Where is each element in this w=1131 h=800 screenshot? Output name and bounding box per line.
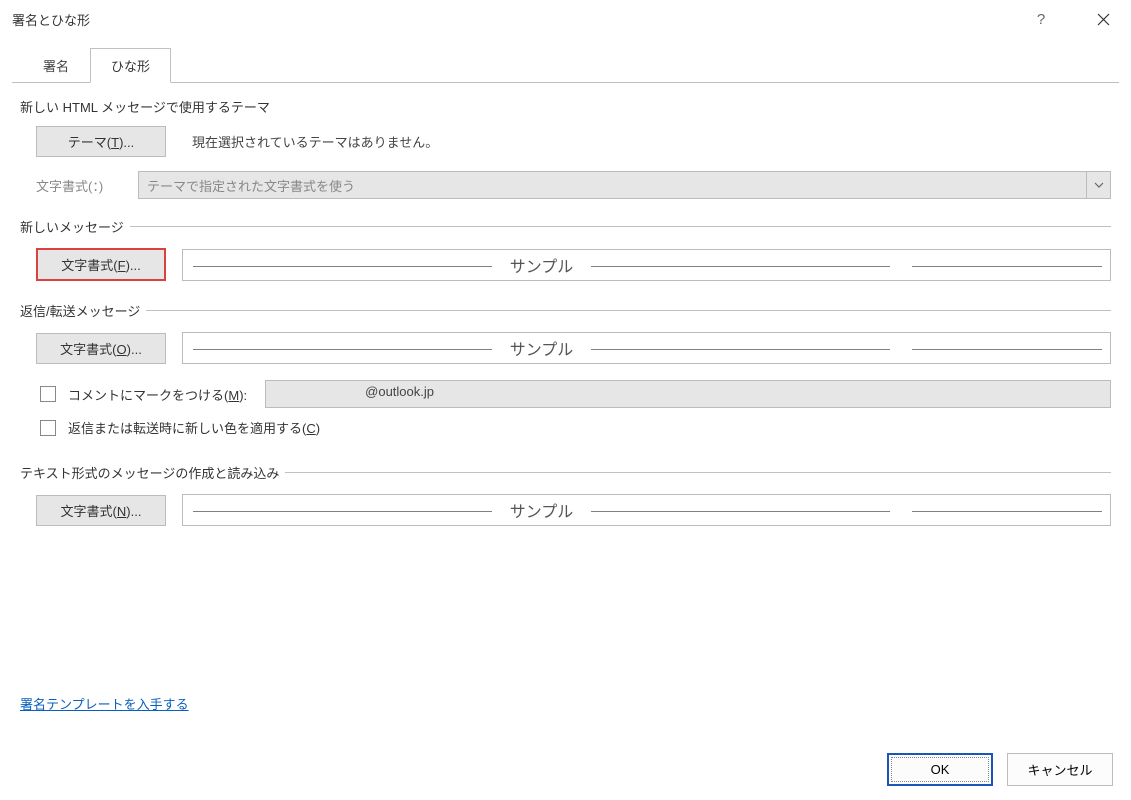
reply-forward-section: 返信/転送メッセージ 文字書式(O)... サンプル コメントにマークをつける(…: [20, 301, 1111, 449]
theme-button[interactable]: テーマ(T)...: [36, 126, 166, 157]
new-message-charformat-button[interactable]: 文字書式(F)...: [36, 248, 166, 281]
plain-text-charformat-button[interactable]: 文字書式(N)...: [36, 495, 166, 526]
dialog-title: 署名とひな形: [12, 10, 1025, 29]
theme-status: 現在選択されているテーマはありません。: [192, 132, 438, 151]
new-color-label: 返信または転送時に新しい色を適用する(C): [68, 418, 320, 437]
cancel-button[interactable]: キャンセル: [1007, 753, 1113, 786]
mark-comments-input[interactable]: @outlook.jp: [265, 380, 1111, 408]
mark-comments-checkbox[interactable]: [40, 386, 56, 402]
signature-templates-link[interactable]: 署名テンプレートを入手する: [20, 697, 189, 712]
titlebar: 署名とひな形 ?: [0, 0, 1131, 38]
tabs: 署名 ひな形: [0, 48, 1131, 82]
charformat-dropdown-value: テーマで指定された文字書式を使う: [139, 176, 1086, 195]
plain-text-legend: テキスト形式のメッセージの作成と読み込み: [20, 463, 285, 482]
template-link-row: 署名テンプレートを入手する: [20, 694, 1111, 729]
theme-heading: 新しい HTML メッセージで使用するテーマ: [20, 97, 1111, 116]
tab-signatures[interactable]: 署名: [22, 48, 90, 82]
charformat-label: 文字書式(：): [36, 176, 130, 195]
new-message-section: 新しいメッセージ 文字書式(F)... サンプル: [20, 217, 1111, 287]
plain-text-section: テキスト形式のメッセージの作成と読み込み 文字書式(N)... サンプル: [20, 463, 1111, 532]
close-icon: [1097, 13, 1110, 26]
new-color-row: 返信または転送時に新しい色を適用する(C): [20, 418, 1111, 437]
new-message-legend: 新しいメッセージ: [20, 217, 130, 236]
charformat-dropdown[interactable]: テーマで指定された文字書式を使う: [138, 171, 1111, 199]
titlebar-controls: ?: [1025, 3, 1119, 35]
chevron-down-icon: [1086, 172, 1110, 198]
help-button[interactable]: ?: [1025, 3, 1057, 35]
ok-button[interactable]: OK: [887, 753, 993, 786]
close-button[interactable]: [1087, 3, 1119, 35]
reply-forward-charformat-button[interactable]: 文字書式(O)...: [36, 333, 166, 364]
reply-forward-legend: 返信/転送メッセージ: [20, 301, 146, 320]
mark-comments-row: コメントにマークをつける(M): @outlook.jp: [20, 380, 1111, 408]
reply-forward-sample: サンプル: [182, 332, 1111, 364]
charformat-row: 文字書式(：) テーマで指定された文字書式を使う: [20, 171, 1111, 199]
tab-stationery[interactable]: ひな形: [90, 48, 171, 83]
new-message-sample: サンプル: [182, 249, 1111, 281]
new-color-checkbox[interactable]: [40, 420, 56, 436]
dialog-footer: OK キャンセル: [0, 739, 1131, 800]
plain-text-sample: サンプル: [182, 494, 1111, 526]
mark-comments-label: コメントにマークをつける(M):: [68, 385, 247, 404]
theme-row: テーマ(T)... 現在選択されているテーマはありません。: [20, 126, 1111, 157]
tab-panel: 新しい HTML メッセージで使用するテーマ テーマ(T)... 現在選択されて…: [12, 82, 1119, 739]
